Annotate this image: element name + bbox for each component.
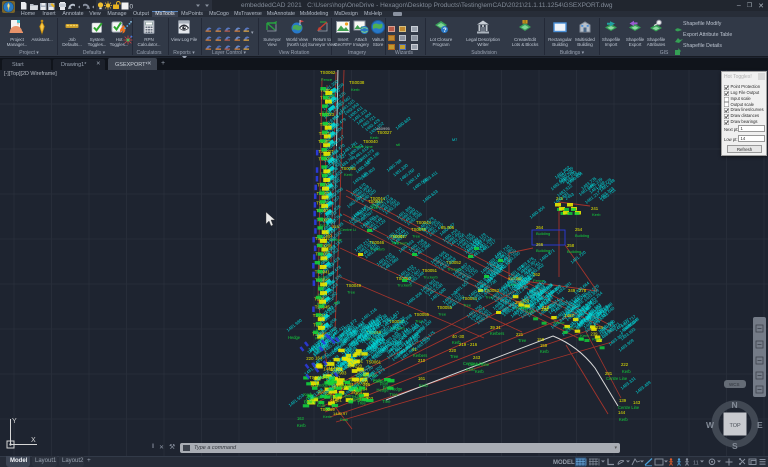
svg-text:11: 11 [693, 461, 699, 467]
svg-text:MODEL: MODEL [553, 460, 575, 466]
